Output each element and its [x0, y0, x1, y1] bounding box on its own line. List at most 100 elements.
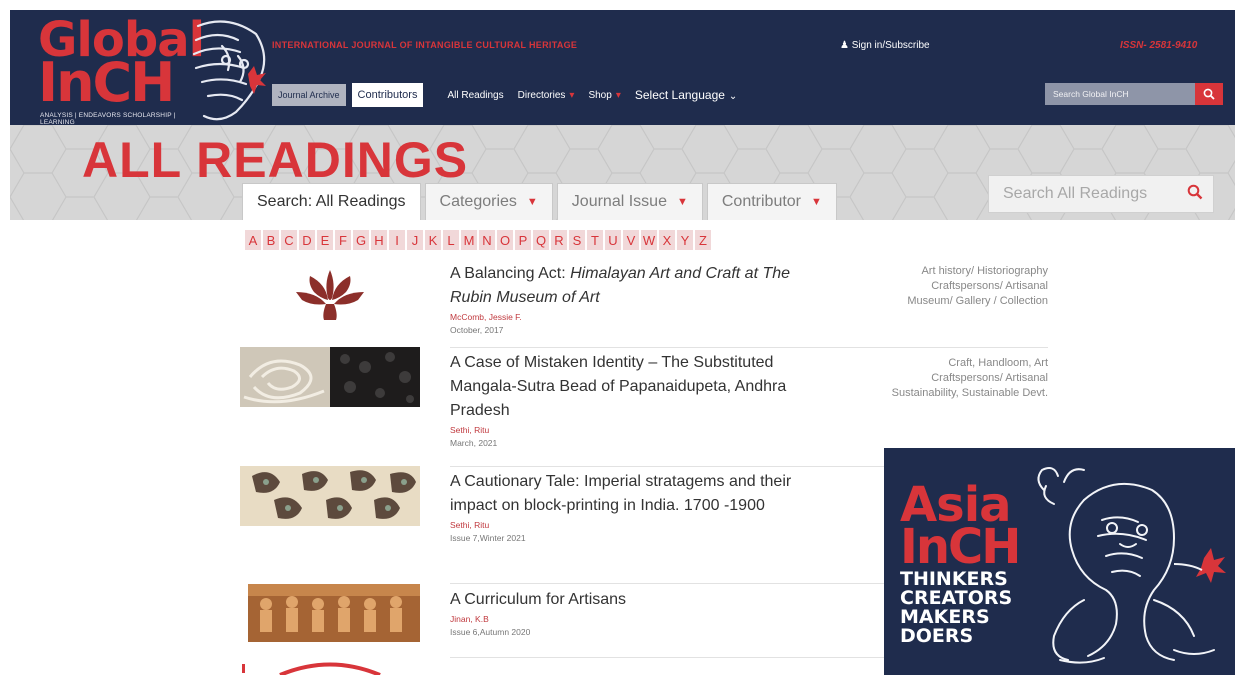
nav-directories-label: Directories [517, 89, 566, 101]
readings-search[interactable]: Search All Readings [988, 175, 1214, 213]
search-icon[interactable] [1177, 184, 1213, 205]
nav-contributors[interactable]: Contributors [351, 83, 424, 107]
tab-contributor[interactable]: Contributor ▼ [706, 183, 837, 220]
tab-journal-issue[interactable]: Journal Issue ▼ [556, 183, 703, 220]
promo-word: DOERS [900, 625, 974, 647]
journal-title: INTERNATIONAL JOURNAL OF INTANGIBLE CULT… [272, 40, 578, 50]
reading-title[interactable]: A Balancing Act: Himalayan Art and Craft… [450, 262, 795, 310]
reading-item[interactable]: A Case of Mistaken Identity – The Substi… [240, 347, 1048, 463]
tab-label: Categories [439, 193, 517, 210]
reading-categories: Craft, Handloom, Art Craftspersons/ Arti… [892, 356, 1048, 401]
header-search-input[interactable]: Search Global InCH [1045, 89, 1195, 99]
tab-label: Contributor [721, 193, 802, 210]
alphabet-letter[interactable]: X [659, 230, 675, 250]
tab-categories[interactable]: Categories ▼ [424, 183, 553, 220]
nav-shop-label: Shop [588, 89, 612, 101]
lotus-thumbnail [296, 270, 364, 320]
asia-inch-promo[interactable]: Asia InCH THINKERS CREATORS MAKERS DOERS [884, 448, 1235, 675]
alphabet-letter[interactable]: L [443, 230, 459, 250]
category[interactable]: Museum/ Gallery / Collection [907, 294, 1048, 309]
reading-text: A Cautionary Tale: Imperial stratagems a… [450, 470, 795, 543]
alphabet-filter: ABCDEFGHIJKLMNOPQRSTUVWXYZ [245, 230, 713, 250]
nav-journal-archive[interactable]: Journal Archive [272, 84, 346, 106]
alphabet-letter[interactable]: W [641, 230, 657, 250]
alphabet-letter[interactable]: A [245, 230, 261, 250]
signin-label: Sign in/Subscribe [851, 40, 930, 51]
signin-link[interactable]: ♟ Sign in/Subscribe [840, 40, 930, 51]
alphabet-letter[interactable]: H [371, 230, 387, 250]
reading-date: March, 2021 [450, 438, 498, 448]
chevron-down-icon: ▾ [569, 89, 575, 101]
category[interactable]: Craftspersons/ Artisanal [892, 371, 1048, 386]
readings-search-input[interactable]: Search All Readings [989, 185, 1177, 203]
category[interactable]: Craft, Handloom, Art [892, 356, 1048, 371]
user-icon: ♟ [840, 40, 849, 51]
caret-down-icon: ▼ [526, 196, 538, 208]
alphabet-letter[interactable]: C [281, 230, 297, 250]
header-search[interactable]: Search Global InCH [1045, 83, 1223, 105]
alphabet-letter[interactable]: Z [695, 230, 711, 250]
alphabet-letter[interactable]: U [605, 230, 621, 250]
page: Global InCH ANALYSIS | ENDEAVORS SCHOLAR… [0, 0, 1235, 675]
page-title: ALL READINGS [82, 132, 469, 188]
alphabet-letter[interactable]: Q [533, 230, 549, 250]
alphabet-letter[interactable]: D [299, 230, 315, 250]
chevron-down-icon: ▾ [615, 89, 621, 101]
alphabet-letter[interactable]: I [389, 230, 405, 250]
reading-title[interactable]: A Cautionary Tale: Imperial stratagems a… [450, 470, 795, 518]
logo-tagline: ANALYSIS | ENDEAVORS SCHOLARSHIP | LEARN… [40, 112, 176, 126]
reading-date: October, 2017 [450, 325, 504, 335]
promo-line2: InCH [900, 519, 1021, 575]
alphabet-letter[interactable]: G [353, 230, 369, 250]
category[interactable]: Art history/ Historiography [907, 264, 1048, 279]
category[interactable]: Craftspersons/ Artisanal [907, 279, 1048, 294]
chevron-down-icon: ⌄ [728, 91, 738, 102]
alphabet-letter[interactable]: T [587, 230, 603, 250]
reading-author[interactable]: Sethi, Ritu [450, 520, 795, 530]
reading-item[interactable]: A Balancing Act: Himalayan Art and Craft… [240, 262, 1048, 350]
nav-shop[interactable]: Shop ▾ [588, 90, 620, 101]
alphabet-letter[interactable]: O [497, 230, 513, 250]
nav-language-label: Select Language [634, 88, 725, 102]
reading-text: A Case of Mistaken Identity – The Substi… [450, 351, 795, 448]
alphabet-letter[interactable]: N [479, 230, 495, 250]
alphabet-letter[interactable]: V [623, 230, 639, 250]
alphabet-letter[interactable]: R [551, 230, 567, 250]
beads-thumbnail [240, 347, 420, 407]
alphabet-letter[interactable]: E [317, 230, 333, 250]
partial-thumbnail [242, 662, 381, 675]
tiger-icon [1037, 467, 1226, 664]
reading-tabs: Search: All Readings Categories ▼ Journal… [242, 183, 841, 220]
reading-text: A Balancing Act: Himalayan Art and Craft… [450, 262, 795, 335]
tab-label: Journal Issue [571, 193, 667, 210]
reading-categories: Art history/ Historiography Craftsperson… [907, 264, 1048, 309]
reading-date: Issue 6,Autumn 2020 [450, 627, 531, 637]
alphabet-letter[interactable]: F [335, 230, 351, 250]
reading-author[interactable]: Jinan, K.B [450, 614, 795, 624]
caret-down-icon: ▼ [811, 196, 822, 208]
alphabet-letter[interactable]: B [263, 230, 279, 250]
caret-down-icon: ▼ [676, 196, 688, 208]
header-search-button[interactable] [1195, 83, 1223, 105]
alphabet-letter[interactable]: K [425, 230, 441, 250]
alphabet-letter[interactable]: S [569, 230, 585, 250]
reading-title[interactable]: A Curriculum for Artisans [450, 588, 795, 612]
alphabet-letter[interactable]: Y [677, 230, 693, 250]
block-print-thumbnail [240, 466, 420, 526]
reading-author[interactable]: McComb, Jessie F. [450, 312, 795, 322]
reading-title-plain: A Balancing Act: [450, 265, 571, 282]
alphabet-letter[interactable]: M [461, 230, 477, 250]
divider [450, 347, 1048, 348]
tiger-logo-icon [192, 20, 266, 121]
reading-author[interactable]: Sethi, Ritu [450, 425, 795, 435]
nav-select-language[interactable]: Select Language ⌄ [635, 88, 737, 102]
alphabet-letter[interactable]: J [407, 230, 423, 250]
alphabet-letter[interactable]: P [515, 230, 531, 250]
reading-title[interactable]: A Case of Mistaken Identity – The Substi… [450, 351, 795, 423]
nav-directories[interactable]: Directories ▾ [518, 90, 575, 101]
tab-search-all-readings[interactable]: Search: All Readings [242, 183, 421, 220]
main-nav: Journal Archive Contributors All Reading… [272, 80, 751, 110]
category[interactable]: Sustainability, Sustainable Devt. [892, 386, 1048, 401]
global-inch-logo[interactable]: Global InCH ANALYSIS | ENDEAVORS SCHOLAR… [38, 16, 266, 126]
nav-all-readings[interactable]: All Readings [447, 90, 503, 101]
